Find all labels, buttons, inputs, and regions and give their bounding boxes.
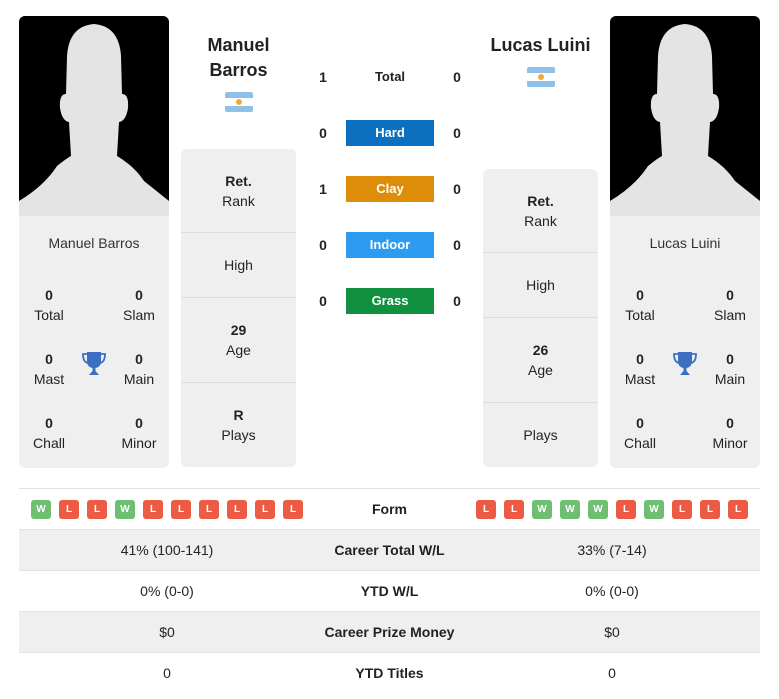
form-loss-badge[interactable]: L — [700, 499, 720, 519]
form-loss-badge[interactable]: L — [171, 499, 191, 519]
form-row: WLLWLLLLLL Form LLWWWLWLLL — [19, 488, 760, 529]
player2-value: 0 — [608, 665, 616, 681]
player1-value: 0% (0-0) — [140, 583, 194, 599]
player2-high: High — [483, 253, 598, 318]
player2-name[interactable]: Lucas Luini — [483, 33, 598, 58]
form-loss-badge[interactable]: L — [672, 499, 692, 519]
form-loss-badge[interactable]: L — [728, 499, 748, 519]
trophy-icon — [673, 351, 697, 377]
form-win-badge[interactable]: W — [644, 499, 664, 519]
player2-value: 33% (7-14) — [577, 542, 647, 558]
comparison-table: WLLWLLLLLL Form LLWWWLWLLL 41% (100-141)… — [19, 488, 760, 693]
player1-stats: Ret. Rank High 29 Age R Plays — [181, 149, 296, 467]
form-loss-badge[interactable]: L — [616, 499, 636, 519]
form-win-badge[interactable]: W — [31, 499, 51, 519]
player1-value: 41% (100-141) — [120, 542, 214, 558]
form-win-badge[interactable]: W — [588, 499, 608, 519]
player2-plays: Plays — [523, 427, 558, 443]
player1-photo[interactable] — [19, 16, 169, 216]
form-win-badge[interactable]: W — [560, 499, 580, 519]
form-win-badge[interactable]: W — [532, 499, 552, 519]
surface-hard-label: Hard — [346, 120, 434, 146]
player2-titles-slam: 0 Slam — [714, 287, 746, 323]
row-label: Career Prize Money — [324, 624, 455, 640]
player2-h2h-count: 0 — [453, 181, 461, 197]
form-loss-badge[interactable]: L — [199, 499, 219, 519]
player1-titles-total: 0 Total — [34, 287, 64, 323]
player2-rank: Ret. Rank — [483, 169, 598, 253]
player2-h2h-count: 0 — [453, 69, 461, 85]
surface-indoor-label: Indoor — [346, 232, 434, 258]
player1-h2h-count: 0 — [319, 237, 327, 253]
player2-card-name[interactable]: Lucas Luini — [610, 235, 760, 251]
player2-titles-mast: 0 Mast — [624, 351, 656, 387]
comparison-row: $0 Career Prize Money $0 — [19, 611, 760, 652]
comparison-row: 0 YTD Titles 0 — [19, 652, 760, 693]
player2-titles-main: 0 Main — [714, 351, 746, 387]
player1-plays: R Plays — [221, 407, 256, 443]
argentina-flag-icon — [225, 92, 253, 112]
player1-h2h-count: 1 — [319, 181, 327, 197]
form-loss-badge[interactable]: L — [504, 499, 524, 519]
player1-h2h-count: 1 — [319, 69, 327, 85]
player2-titles-minor: 0 Minor — [712, 415, 748, 451]
form-loss-badge[interactable]: L — [143, 499, 163, 519]
h2h-row-hard: 0 Hard 0 — [310, 120, 470, 146]
player2-photo[interactable] — [610, 16, 760, 216]
comparison-row: 0% (0-0) YTD W/L 0% (0-0) — [19, 570, 760, 611]
player1-high: High — [181, 233, 296, 298]
argentina-flag-icon — [527, 67, 555, 87]
form-loss-badge[interactable]: L — [476, 499, 496, 519]
surface-total-label: Total — [374, 69, 406, 84]
player1-card: Manuel Barros 0 Total 0 Slam 0 Mast 0 Main 0… — [19, 16, 169, 468]
silhouette-icon — [610, 24, 760, 216]
player2-form: LLWWWLWLLL — [464, 499, 760, 519]
player1-h2h-count: 0 — [319, 293, 327, 309]
h2h-row-grass: 0 Grass 0 — [310, 288, 470, 314]
player1-value: 0 — [163, 665, 171, 681]
player2-value: 0% (0-0) — [585, 583, 639, 599]
player2-h2h-count: 0 — [453, 125, 461, 141]
player2-h2h-count: 0 — [453, 237, 461, 253]
form-loss-badge[interactable]: L — [227, 499, 247, 519]
player1-name[interactable]: Manuel Barros — [181, 33, 296, 83]
player1-value: $0 — [159, 624, 175, 640]
player2-titles-chall: 0 Chall — [624, 415, 656, 451]
silhouette-icon — [19, 24, 169, 216]
player1-form: WLLWLLLLLL — [19, 499, 315, 519]
row-label: YTD W/L — [360, 583, 419, 599]
player2-age: 26 Age — [483, 318, 598, 403]
player1-titles-minor: 0 Minor — [121, 415, 157, 451]
player1-h2h-count: 0 — [319, 125, 327, 141]
player1-titles-main: 0 Main — [123, 351, 155, 387]
player1-age: 29 Age — [181, 298, 296, 383]
trophy-icon — [82, 351, 106, 377]
form-loss-badge[interactable]: L — [283, 499, 303, 519]
player1-titles-mast: 0 Mast — [33, 351, 65, 387]
form-loss-badge[interactable]: L — [87, 499, 107, 519]
comparison-row: 41% (100-141) Career Total W/L 33% (7-14) — [19, 529, 760, 570]
player1-titles-slam: 0 Slam — [123, 287, 155, 323]
player2-titles-total: 0 Total — [625, 287, 655, 323]
player2-stats: Ret. Rank High 26 Age Plays — [483, 169, 598, 467]
player1-card-name[interactable]: Manuel Barros — [19, 235, 169, 251]
player2-value: $0 — [604, 624, 620, 640]
form-loss-badge[interactable]: L — [59, 499, 79, 519]
row-label: Form — [372, 501, 407, 517]
form-win-badge[interactable]: W — [115, 499, 135, 519]
player2-card: Lucas Luini 0 Total 0 Slam 0 Mast 0 Main 0 Ch… — [610, 16, 760, 468]
player2-h2h-count: 0 — [453, 293, 461, 309]
row-label: YTD Titles — [355, 665, 424, 681]
player1-rank: Ret. Rank — [181, 149, 296, 233]
h2h-row-total: 1 Total 0 — [310, 64, 470, 90]
h2h-row-indoor: 0 Indoor 0 — [310, 232, 470, 258]
row-label: Career Total W/L — [334, 542, 445, 558]
h2h-row-clay: 1 Clay 0 — [310, 176, 470, 202]
player1-titles-chall: 0 Chall — [33, 415, 65, 451]
surface-clay-label: Clay — [346, 176, 434, 202]
surface-grass-label: Grass — [346, 288, 434, 314]
form-loss-badge[interactable]: L — [255, 499, 275, 519]
